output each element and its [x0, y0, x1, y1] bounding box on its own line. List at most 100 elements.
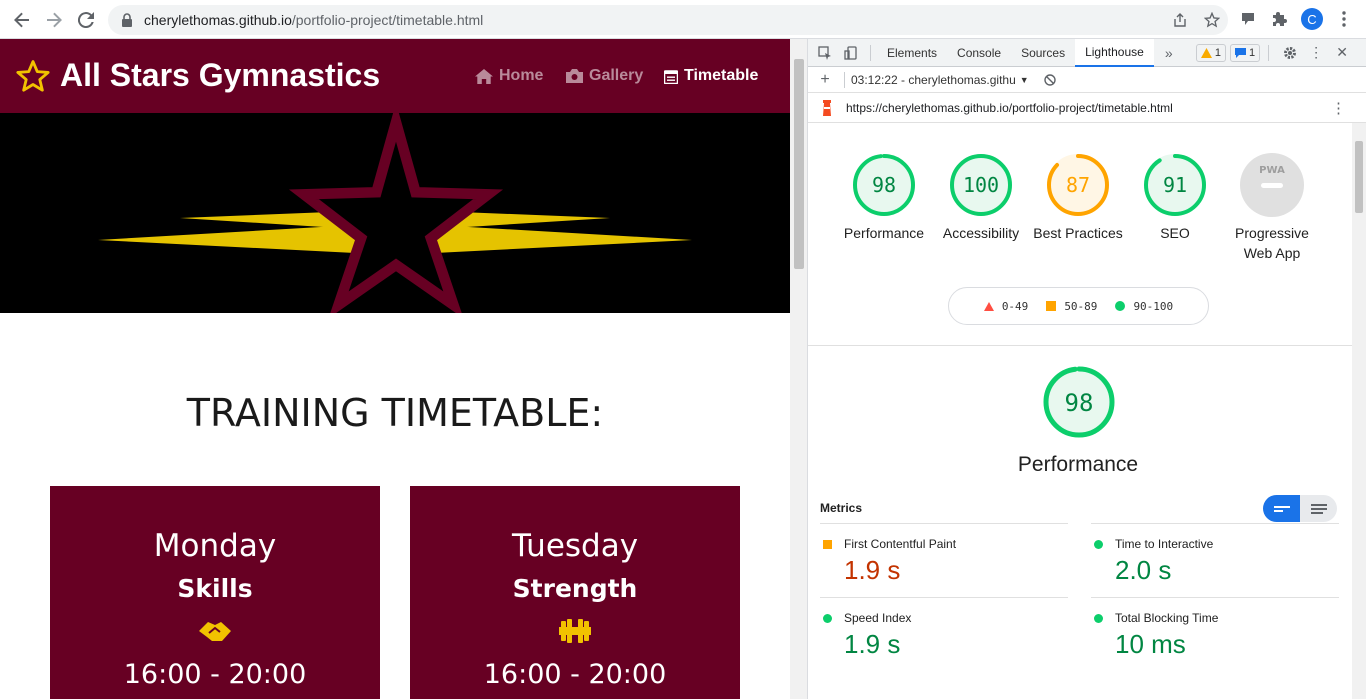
day-card-tuesday: Tuesday Strength 16:00 - 20:00: [410, 486, 740, 699]
camera-icon: [566, 69, 583, 83]
extensions-icon[interactable]: [1266, 4, 1294, 34]
gauge-score: 100: [963, 173, 999, 197]
tab-console[interactable]: Console: [947, 39, 1011, 67]
home-icon: [475, 68, 493, 84]
expanded-view-icon[interactable]: [1300, 495, 1337, 522]
metric-first-contentful-paint: First Contentful Paint 1.9 s: [820, 523, 1068, 597]
devtools-scrollbar[interactable]: [1352, 123, 1366, 699]
session-time: 16:00 - 20:00: [483, 659, 667, 690]
metric-title: First Contentful Paint: [844, 537, 957, 551]
legend-item-pass: 90-100: [1115, 300, 1173, 313]
day-card-monday: Monday Skills 16:00 - 20:00: [50, 486, 380, 699]
gauge-score: 98: [872, 173, 896, 197]
day-name: Tuesday: [511, 528, 639, 564]
tab-lighthouse[interactable]: Lighthouse: [1075, 38, 1154, 67]
gauge-label: Best Practices: [1033, 225, 1123, 241]
gauge-best-practices[interactable]: 87 Best Practices: [1028, 151, 1128, 243]
star-logo-icon: [16, 59, 50, 92]
lighthouse-report: 98 Performance 100 Accessibility 87 Best Prac…: [808, 123, 1352, 699]
average-square-icon: [1046, 301, 1057, 311]
inspect-element-icon[interactable]: [812, 45, 838, 60]
pwa-dash: [1261, 183, 1283, 188]
performance-big-gauge: 98: [1042, 365, 1116, 444]
metric-value: 1.9 s: [844, 629, 901, 659]
compact-view-icon[interactable]: [1263, 495, 1300, 522]
forward-button[interactable]: [38, 4, 70, 36]
device-toolbar-icon[interactable]: [838, 45, 864, 60]
tab-sources[interactable]: Sources: [1011, 39, 1075, 67]
browser-menu-kebab-icon[interactable]: [1330, 4, 1358, 34]
nav-link-label: Gallery: [589, 67, 644, 84]
hero-banner: [0, 102, 790, 319]
gauge-progressive-web-app[interactable]: PWA Progressive Web App: [1222, 151, 1322, 263]
tab-elements[interactable]: Elements: [877, 39, 947, 67]
website-scrollbar[interactable]: [790, 39, 808, 699]
more-tabs-chevron-icon[interactable]: »: [1156, 45, 1182, 61]
scrollbar-thumb[interactable]: [1355, 141, 1363, 213]
pass-circle-icon: [1115, 301, 1126, 311]
metrics-view-toggle[interactable]: [1263, 495, 1337, 522]
fail-triangle-icon: [983, 301, 994, 311]
share-icon[interactable]: [1164, 13, 1196, 27]
metric-speed-index: Speed Index 1.9 s: [820, 597, 1068, 671]
dropdown-caret-icon: ▼: [1019, 74, 1029, 85]
gauge-score: 87: [1066, 173, 1090, 197]
score-legend: 0-49 50-89 90-100: [948, 287, 1209, 325]
scrollbar-thumb[interactable]: [794, 59, 804, 269]
extension-puzzle-app-icon[interactable]: [1234, 4, 1262, 34]
metric-value: 1.9 s: [844, 555, 901, 585]
nav-link-gallery[interactable]: Gallery: [566, 67, 643, 85]
gauge-label: SEO: [1160, 225, 1190, 241]
nav-link-timetable[interactable]: Timetable: [664, 67, 758, 85]
page-title: TRAINING TIMETABLE:: [186, 391, 604, 435]
nav-link-label: Timetable: [684, 67, 759, 84]
session-type: Strength: [512, 574, 638, 603]
devtools-menu-kebab-icon[interactable]: ⋮: [1303, 44, 1329, 61]
metric-value: 2.0 s: [1115, 555, 1172, 585]
lighthouse-toolbar: + 03:12:22 - cherylethomas.githu ▼: [808, 67, 1366, 93]
close-devtools-icon[interactable]: ✕: [1329, 44, 1355, 61]
pass-circle-icon: [1094, 614, 1103, 623]
forward-arrow-icon: [47, 12, 62, 28]
messages-badge[interactable]: 1: [1229, 43, 1261, 62]
metric-title: Speed Index: [844, 611, 912, 625]
back-button[interactable]: [6, 4, 38, 36]
performance-big-score: 98: [1065, 389, 1094, 417]
metric-value: 10 ms: [1115, 629, 1186, 659]
gauge-performance[interactable]: 98 Performance: [834, 151, 934, 243]
gauge-score: 91: [1163, 173, 1187, 197]
reload-button[interactable]: [70, 4, 102, 36]
nav-link-home[interactable]: Home: [475, 67, 543, 85]
settings-gear-icon[interactable]: [1277, 46, 1303, 60]
report-menu-kebab-icon[interactable]: ⋮: [1331, 99, 1346, 117]
bookmark-star-icon[interactable]: [1196, 12, 1228, 28]
devtools-panel: Elements Console Sources Lighthouse » 1 …: [808, 38, 1366, 699]
brand-title: All Stars Gymnastics: [60, 57, 381, 93]
metric-title: Time to Interactive: [1115, 537, 1214, 551]
new-report-plus-icon[interactable]: +: [812, 71, 838, 89]
dumbbell-icon: [559, 619, 591, 643]
messages-count: 1: [1248, 46, 1256, 59]
pass-circle-icon: [823, 614, 832, 623]
report-time-label: 03:12:22 - cherylethomas.githu: [851, 72, 1016, 87]
website-viewport: All Stars Gymnastics Home Gallery Timeta…: [0, 39, 790, 699]
report-url-bar: https://cherylethomas.github.io/portfoli…: [808, 93, 1366, 123]
clear-reports-icon[interactable]: [1037, 73, 1063, 86]
legend-range: 0-49: [1001, 299, 1029, 313]
report-url[interactable]: https://cherylethomas.github.io/portfoli…: [846, 101, 1173, 115]
gauge-seo[interactable]: 91 SEO: [1125, 151, 1225, 243]
profile-avatar[interactable]: C: [1298, 4, 1326, 34]
gauge-label: Progressive Web App: [1235, 225, 1309, 261]
address-bar[interactable]: cherylethomas.github.io/portfolio-projec…: [108, 5, 1228, 35]
browser-toolbar: cherylethomas.github.io/portfolio-projec…: [0, 0, 1366, 39]
warnings-badge[interactable]: 1: [1195, 43, 1226, 62]
legend-item-average: 50-89: [1046, 300, 1097, 313]
brand-link[interactable]: All Stars Gymnastics: [16, 57, 380, 94]
reload-icon: [78, 12, 94, 28]
average-square-icon: [823, 540, 832, 549]
report-selector[interactable]: 03:12:22 - cherylethomas.githu ▼: [851, 73, 1029, 87]
url-path: /portfolio-project/timetable.html: [291, 12, 484, 28]
avatar: C: [1301, 8, 1323, 30]
lock-icon: [122, 13, 132, 27]
gauge-accessibility[interactable]: 100 Accessibility: [931, 151, 1031, 243]
